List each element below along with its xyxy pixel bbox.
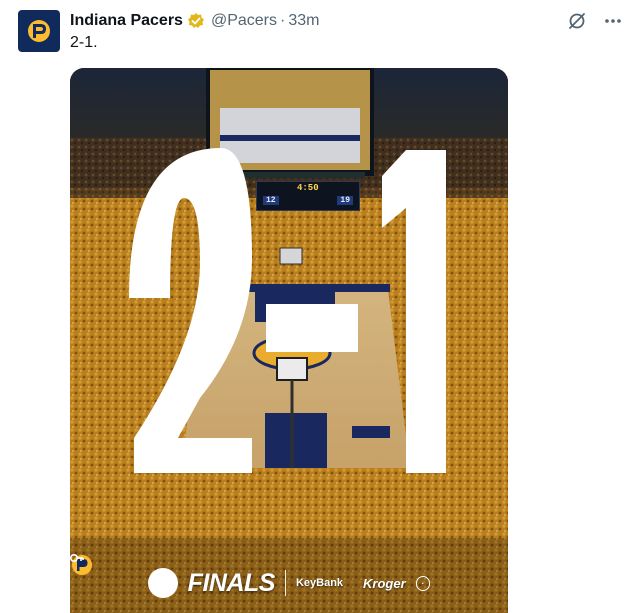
author-handle[interactable]: @Pacers: [211, 12, 277, 30]
avatar[interactable]: [18, 10, 60, 52]
sponsor-bar: FINALS KeyBank Kroger ·: [70, 553, 508, 613]
pacers-logo-icon: [72, 555, 178, 598]
sponsor-kroger: Kroger: [363, 575, 406, 591]
author-name[interactable]: Indiana Pacers: [70, 12, 183, 30]
sponsor-oval-logo: ·: [415, 575, 431, 591]
pacers-logo-icon: [28, 20, 50, 42]
sponsor-keybank: KeyBank: [295, 577, 344, 589]
finals-label: FINALS: [187, 568, 276, 597]
post-actions: [566, 10, 624, 32]
post-text: 2-1.: [70, 34, 98, 51]
sponsor-divider: [284, 570, 286, 596]
post-header: Indiana Pacers @Pacers · 33m: [70, 10, 319, 32]
more-options-icon[interactable]: [602, 10, 624, 32]
series-score-graphic: [129, 148, 446, 473]
separator-dot: ·: [280, 12, 286, 29]
post-time[interactable]: 33m: [288, 12, 319, 30]
verified-badge-icon: [187, 12, 205, 30]
grok-icon[interactable]: [566, 10, 588, 32]
post-image[interactable]: 4:50 12 19 FINALS KeyBank Kroger ·: [70, 68, 508, 613]
